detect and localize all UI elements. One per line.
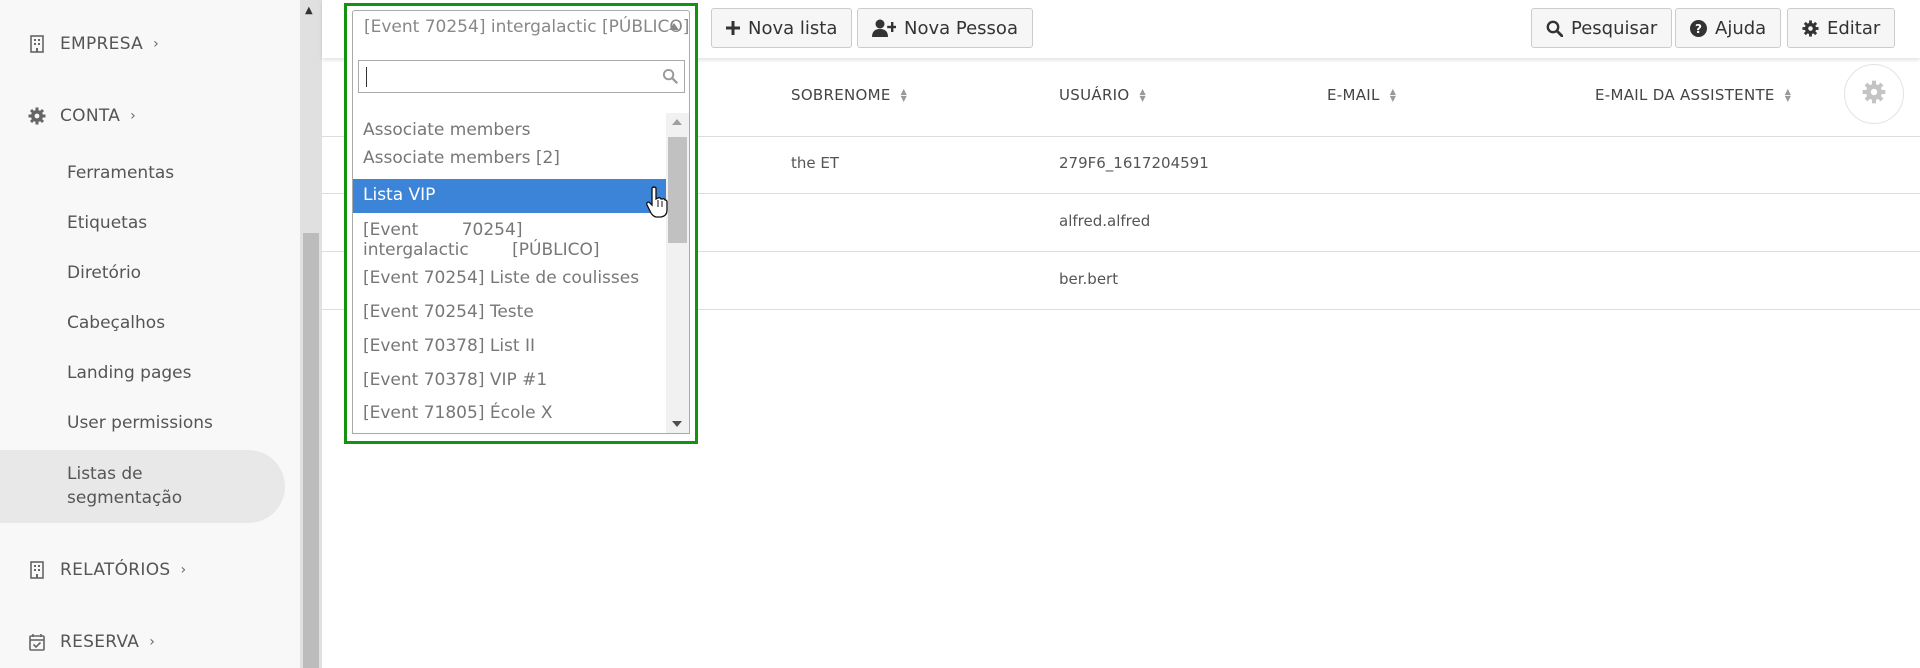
- hand-cursor-icon: [646, 186, 668, 222]
- text-cursor: [366, 67, 367, 87]
- dropdown-option[interactable]: [Event 70378] List II: [353, 333, 666, 361]
- sidebar-section-reserva[interactable]: RESERVA ›: [28, 632, 155, 652]
- search-icon: [1546, 20, 1563, 37]
- sort-icon[interactable]: ▲ ▼: [1390, 88, 1396, 103]
- dropdown-option[interactable]: Associate members [2]: [353, 144, 666, 172]
- gear-icon: [28, 107, 46, 125]
- sidebar-section-label: CONTA: [60, 106, 121, 126]
- search-icon: [662, 68, 678, 88]
- sort-icon[interactable]: ▲ ▼: [901, 88, 907, 103]
- column-header-label: USUÁRIO: [1059, 86, 1130, 104]
- dropdown-option[interactable]: [Event 71805] École X: [353, 400, 666, 428]
- dropdown-option[interactable]: [Event 70254] Liste de coulisses: [353, 265, 666, 293]
- svg-text:?: ?: [1695, 22, 1702, 36]
- sidebar-item-user-permissions[interactable]: User permissions: [67, 413, 213, 433]
- cell-usuario: alfred.alfred: [1059, 212, 1151, 230]
- scroll-up-icon[interactable]: [672, 119, 682, 125]
- dropdown-option[interactable]: [Event 70254] intergalactic [PÚBLICO]: [353, 217, 666, 261]
- column-header-email-assistente[interactable]: E-MAIL DA ASSISTENTE ▲ ▼: [1595, 86, 1791, 104]
- sidebar-section-conta[interactable]: CONTA ›: [28, 106, 136, 126]
- sidebar-item-etiquetas[interactable]: Etiquetas: [67, 213, 147, 233]
- user-plus-icon: [872, 19, 896, 37]
- chevron-right-icon: ›: [153, 36, 159, 52]
- chevron-right-icon: ›: [180, 562, 187, 578]
- building-icon: [28, 35, 46, 53]
- plus-icon: [726, 21, 740, 35]
- sidebar-item-label: Listas de: [67, 464, 143, 484]
- sidebar-section-label: RELATÓRIOS: [60, 560, 171, 580]
- scroll-down-icon[interactable]: [672, 421, 682, 427]
- column-header-usuario[interactable]: USUÁRIO ▲ ▼: [1059, 86, 1146, 104]
- column-header-label: E-MAIL DA ASSISTENTE: [1595, 86, 1775, 104]
- sidebar-scrollbar[interactable]: ▲: [300, 0, 322, 668]
- scroll-up-icon[interactable]: ▲: [305, 5, 313, 16]
- button-label: Pesquisar: [1571, 17, 1658, 39]
- cell-sobrenome: the ET: [791, 154, 840, 172]
- chevron-right-icon: ›: [130, 108, 137, 124]
- chevron-right-icon: ›: [149, 634, 156, 650]
- sort-icon[interactable]: ▲ ▼: [1785, 88, 1791, 103]
- sort-icon[interactable]: ▲ ▼: [1140, 88, 1146, 103]
- button-label: Ajuda: [1715, 17, 1767, 39]
- dropdown-scrollbar-thumb[interactable]: [668, 137, 687, 243]
- sidebar-section-relatorios[interactable]: RELATÓRIOS ›: [28, 560, 186, 580]
- building-icon: [28, 561, 46, 579]
- question-circle-icon: ?: [1690, 19, 1707, 37]
- calendar-check-icon: [28, 633, 46, 651]
- list-select-value: [Event 70254] intergalactic [PÚBLICO]: [364, 17, 690, 37]
- dropdown-option[interactable]: [Event 70254] Teste: [353, 299, 666, 327]
- button-label: Editar: [1827, 17, 1881, 39]
- dropdown-option[interactable]: Associate members: [353, 116, 666, 144]
- column-header-sobrenome[interactable]: SOBRENOME ▲ ▼: [791, 86, 907, 104]
- sidebar: EMPRESA › CONTA › Ferramentas Etiquetas …: [0, 0, 300, 668]
- caret-up-icon: [669, 23, 679, 30]
- sidebar-item-diretorio[interactable]: Diretório: [67, 263, 141, 283]
- dropdown-options: Associate members Associate members [2] …: [353, 113, 666, 433]
- cell-usuario: ber.bert: [1059, 270, 1119, 288]
- dropdown-search-input[interactable]: [358, 60, 685, 93]
- sidebar-scrollbar-thumb[interactable]: [303, 233, 319, 668]
- gear-icon: [1802, 19, 1819, 37]
- column-header-label: E-MAIL: [1327, 86, 1380, 104]
- help-button[interactable]: ? Ajuda: [1675, 8, 1782, 48]
- sidebar-section-empresa[interactable]: EMPRESA ›: [28, 34, 159, 54]
- dropdown-scrollbar[interactable]: [666, 113, 689, 433]
- table-settings-button[interactable]: [1844, 64, 1904, 124]
- search-button[interactable]: Pesquisar: [1531, 8, 1673, 48]
- gear-icon: [1862, 80, 1886, 108]
- sidebar-section-label: EMPRESA: [60, 34, 144, 54]
- sidebar-item-landing-pages[interactable]: Landing pages: [67, 363, 191, 383]
- sidebar-section-label: RESERVA: [60, 632, 140, 652]
- cell-usuario: 279F6_1617204591: [1059, 154, 1209, 172]
- dropdown-option[interactable]: [Event 70378] VIP #1: [353, 367, 666, 395]
- sidebar-item-listas-de-segmentacao[interactable]: Listas de segmentação: [67, 462, 182, 510]
- sidebar-item-cabecalhos[interactable]: Cabeçalhos: [67, 313, 165, 333]
- new-list-button[interactable]: Nova lista: [711, 8, 853, 48]
- list-select[interactable]: [Event 70254] intergalactic [PÚBLICO]: [352, 10, 690, 44]
- column-header-label: SOBRENOME: [791, 86, 891, 104]
- edit-button[interactable]: Editar: [1787, 8, 1896, 48]
- new-person-button[interactable]: Nova Pessoa: [857, 8, 1033, 48]
- button-label: Nova lista: [748, 17, 838, 39]
- button-label: Nova Pessoa: [904, 17, 1018, 39]
- sidebar-item-ferramentas[interactable]: Ferramentas: [67, 163, 174, 183]
- sidebar-item-label: segmentação: [67, 488, 183, 508]
- column-header-email[interactable]: E-MAIL ▲ ▼: [1327, 86, 1396, 104]
- dropdown-option-highlighted[interactable]: Lista VIP: [353, 179, 666, 213]
